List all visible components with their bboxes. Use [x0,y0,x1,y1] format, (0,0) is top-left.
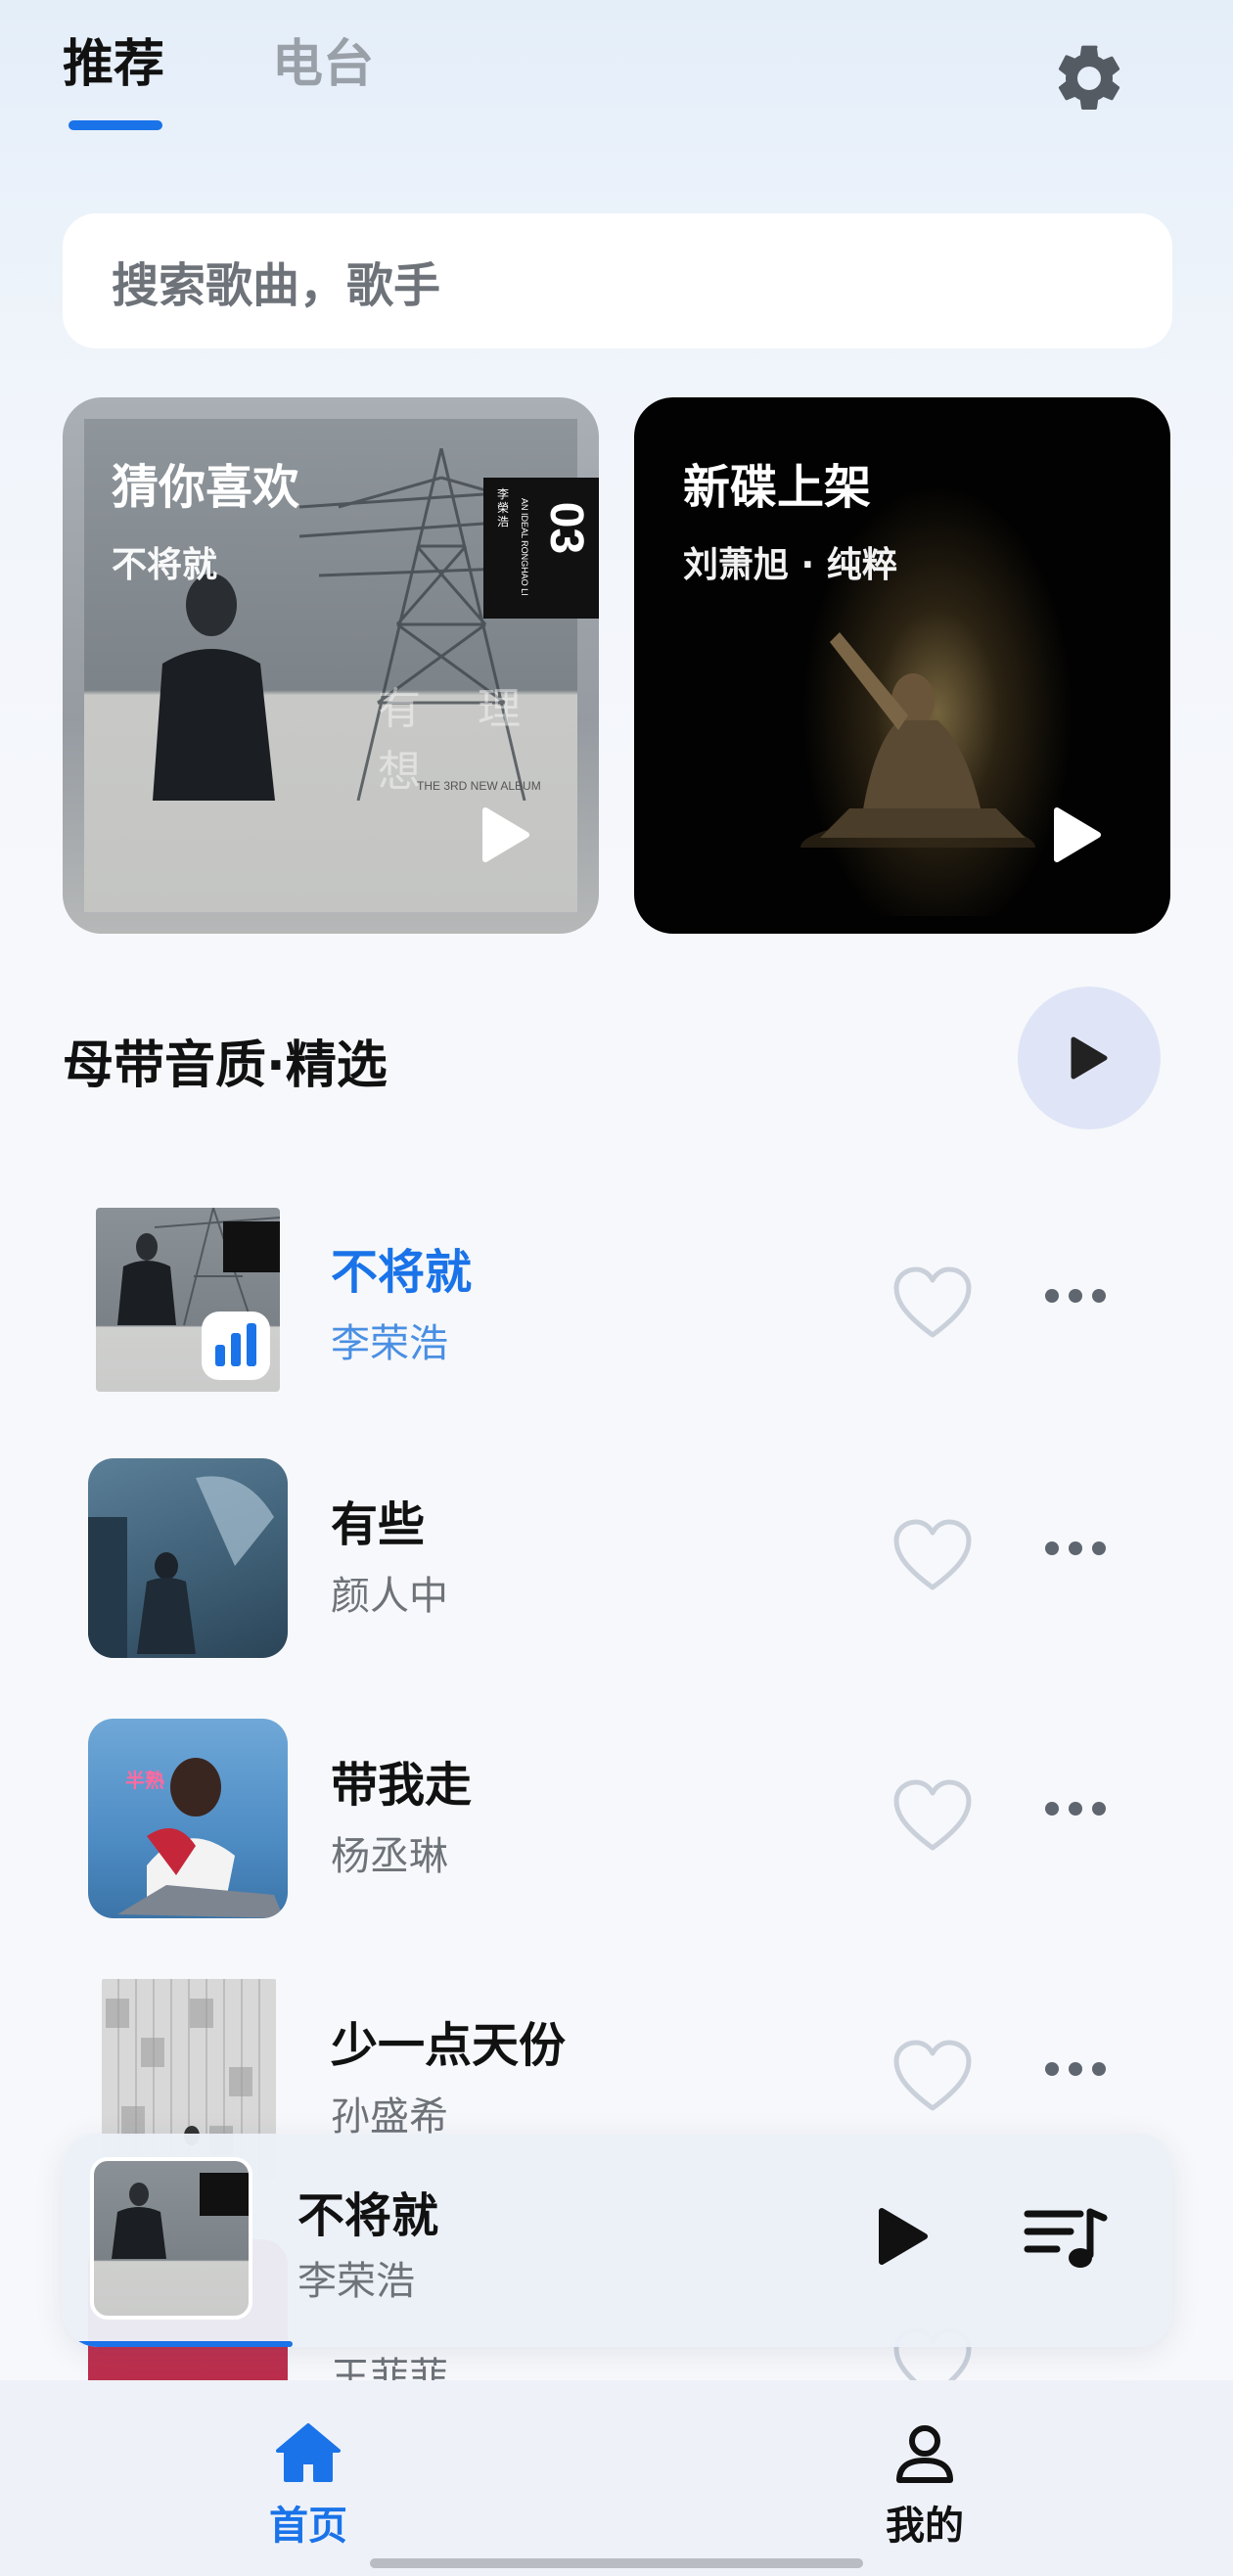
play-icon[interactable] [1053,806,1102,863]
nav-mine[interactable]: 我的 [846,2421,1003,2551]
cover-art [112,2173,249,2259]
song-row[interactable]: 不将就 李荣浩 [0,1206,1233,1411]
top-tabs: 推荐 电台 [63,27,374,130]
heart-icon[interactable] [890,1517,975,1595]
now-playing-indicator [202,1311,270,1380]
search-input[interactable]: 搜索歌曲，歌手 [63,213,1172,348]
nav-mine-label: 我的 [886,2504,964,2549]
mini-player-title: 不将就 [297,2188,439,2243]
card-subtitle: 刘萧旭 · 纯粹 [683,545,897,585]
song-artist: 李荣浩 [331,1321,448,1366]
heart-icon[interactable] [890,1265,975,1343]
new-album-card[interactable]: 新碟上架 刘萧旭 · 纯粹 [634,397,1170,934]
person-silhouette [800,632,1035,848]
album-number: 03 [540,501,593,555]
bottom-nav: 首页 我的 [0,2380,1233,2576]
home-indicator[interactable] [370,2558,863,2568]
gear-icon[interactable] [1050,39,1128,117]
nav-home[interactable]: 首页 [230,2421,387,2551]
song-cover [88,1458,288,1658]
mini-player-cover [90,2157,252,2320]
song-cover: 半熟 [88,1719,288,1918]
album-side-text: AN IDEAL RONGHAO LI [520,498,529,596]
song-artist: 王菲菲 [331,2355,448,2380]
card-title: 猜你喜欢 [112,460,300,515]
tab-recommend[interactable]: 推荐 [63,27,164,130]
person-icon [896,2425,953,2483]
playlist-icon[interactable] [1022,2204,1108,2273]
play-icon [1071,1036,1108,1080]
more-icon[interactable] [1043,2059,1108,2079]
card-title: 新碟上架 [683,460,872,515]
song-title: 少一点天份 [331,2018,567,2073]
section-title: 母带音质·精选 [63,1036,388,1095]
heart-icon[interactable] [890,2038,975,2116]
album-caption: THE 3RD NEW ALBUM [417,779,541,793]
more-icon[interactable] [1043,1286,1108,1306]
more-icon[interactable] [1043,1539,1108,1558]
card-subtitle: 不将就 [112,545,218,585]
cover-art [88,1476,274,1658]
album-label-box: 03 AN IDEAL RONGHAO LI 李榮浩 [483,478,599,619]
song-title: 带我走 [331,1758,473,1813]
playback-progress-bar[interactable] [76,2341,293,2347]
song-row[interactable]: 半熟 带我走 杨丞琳 [0,1719,1233,1924]
heart-icon[interactable] [890,1777,975,1856]
cover-art: 半熟 [117,1758,284,1918]
song-row[interactable]: 有些 颜人中 [0,1458,1233,1664]
play-all-button[interactable] [1018,987,1161,1129]
song-artist: 颜人中 [331,1574,448,1619]
guess-you-like-card[interactable]: 03 AN IDEAL RONGHAO LI 李榮浩 有 理 想 THE 3RD… [63,397,599,934]
tab-radio[interactable]: 电台 [272,27,374,102]
nav-home-label: 首页 [269,2504,347,2549]
album-artist-text: 李榮浩 [497,487,510,529]
song-title: 有些 [331,1497,426,1552]
song-artist: 杨丞琳 [331,1834,448,1879]
play-icon[interactable] [877,2206,930,2267]
song-title: 不将就 [331,1245,473,1300]
home-icon [276,2423,341,2482]
mini-player-artist: 李荣浩 [297,2259,415,2304]
svg-text:半熟: 半熟 [125,1769,164,1792]
mini-player[interactable]: 不将就 李荣浩 [63,2134,1172,2347]
more-icon[interactable] [1043,1799,1108,1818]
play-icon[interactable] [481,806,530,863]
person-silhouette [153,574,275,801]
